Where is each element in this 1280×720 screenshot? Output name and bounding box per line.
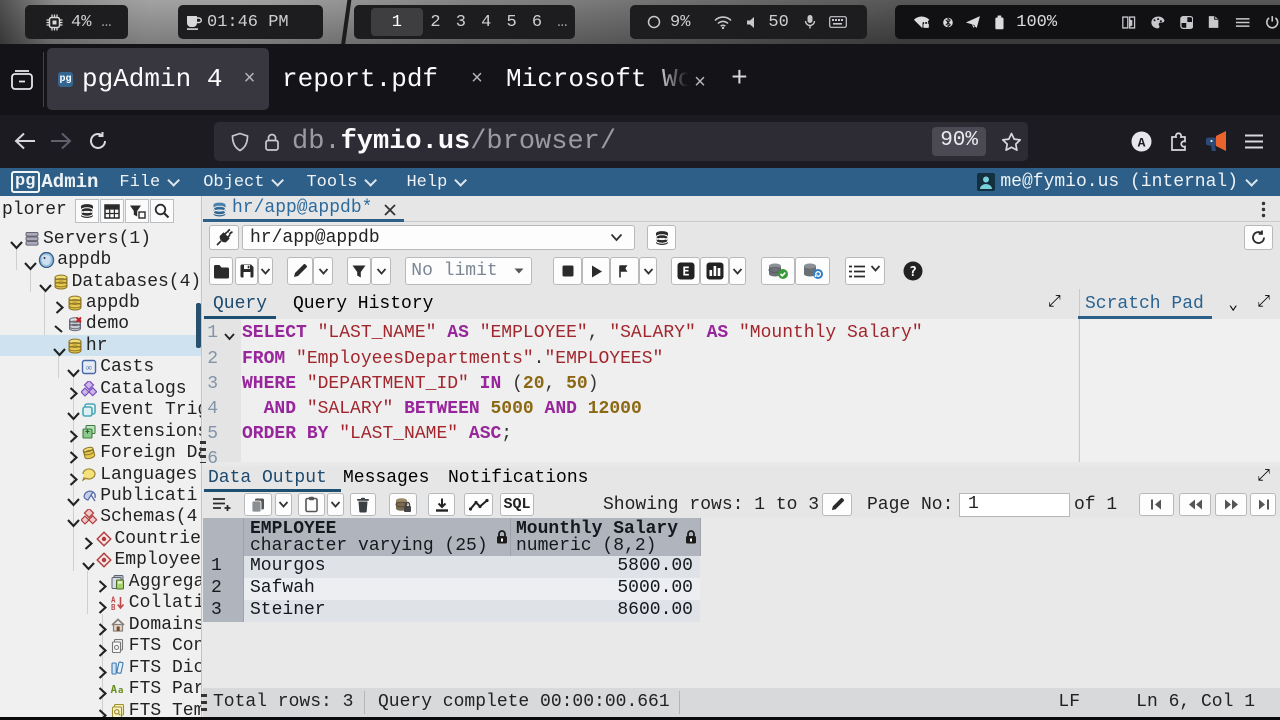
svg-text:E: E bbox=[682, 265, 689, 279]
svg-text:∞: ∞ bbox=[86, 363, 92, 373]
svg-text:A: A bbox=[1138, 136, 1146, 151]
svg-text:B: B bbox=[111, 603, 116, 611]
svg-text:a: a bbox=[118, 686, 123, 696]
svg-text:A: A bbox=[110, 683, 117, 696]
svg-text:?: ? bbox=[909, 265, 917, 280]
